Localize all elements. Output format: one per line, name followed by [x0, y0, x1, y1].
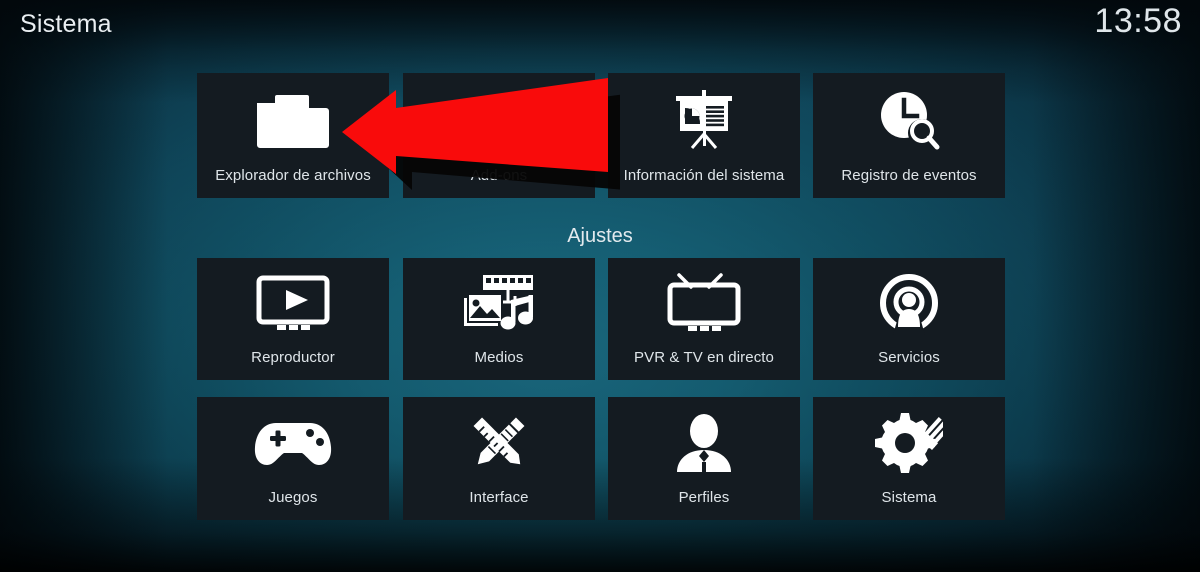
tile-sistema[interactable]: Sistema [813, 397, 1005, 520]
tile-label: Reproductor [251, 349, 335, 366]
tile-label: PVR & TV en directo [633, 349, 775, 366]
tile-perfiles[interactable]: Perfiles [608, 397, 800, 520]
tile-label: Información del sistema [623, 167, 785, 184]
tile-registro-de-eventos[interactable]: Registro de eventos [813, 73, 1005, 198]
annotation-arrow-left [342, 78, 620, 190]
broadcast-person-icon [813, 258, 1005, 349]
pencil-ruler-icon [403, 397, 595, 489]
presentation-board-icon [608, 73, 800, 167]
tile-label: Registro de eventos [841, 167, 977, 184]
gear-wrench-icon [813, 397, 1005, 489]
tv-play-icon [197, 258, 389, 349]
section-header-ajustes: Ajustes [567, 225, 633, 247]
tile-label: Juegos [268, 489, 318, 506]
arrow-body [342, 78, 608, 174]
tile-label: Servicios [878, 349, 940, 366]
tile-interface[interactable]: Interface [403, 397, 595, 520]
tile-servicios[interactable]: Servicios [813, 258, 1005, 380]
tile-label: Sistema [881, 489, 937, 506]
tile-label: Perfiles [678, 489, 730, 506]
header-bar: Sistema 13:58 [0, 0, 1200, 56]
gamepad-icon [197, 397, 389, 489]
tile-label: Medios [474, 349, 524, 366]
clock-search-icon [813, 73, 1005, 167]
tile-pvr-tv-en-directo[interactable]: PVR & TV en directo [608, 258, 800, 380]
page-title: Sistema [20, 10, 112, 38]
clock: 13:58 [1094, 2, 1182, 40]
tile-juegos[interactable]: Juegos [197, 397, 389, 520]
person-icon [608, 397, 800, 489]
tile-informacion-del-sistema[interactable]: Información del sistema [608, 73, 800, 198]
media-library-icon [403, 258, 595, 349]
tv-antenna-icon [608, 258, 800, 349]
tile-medios[interactable]: Medios [403, 258, 595, 380]
tile-reproductor[interactable]: Reproductor [197, 258, 389, 380]
tile-label: Interface [469, 489, 529, 506]
